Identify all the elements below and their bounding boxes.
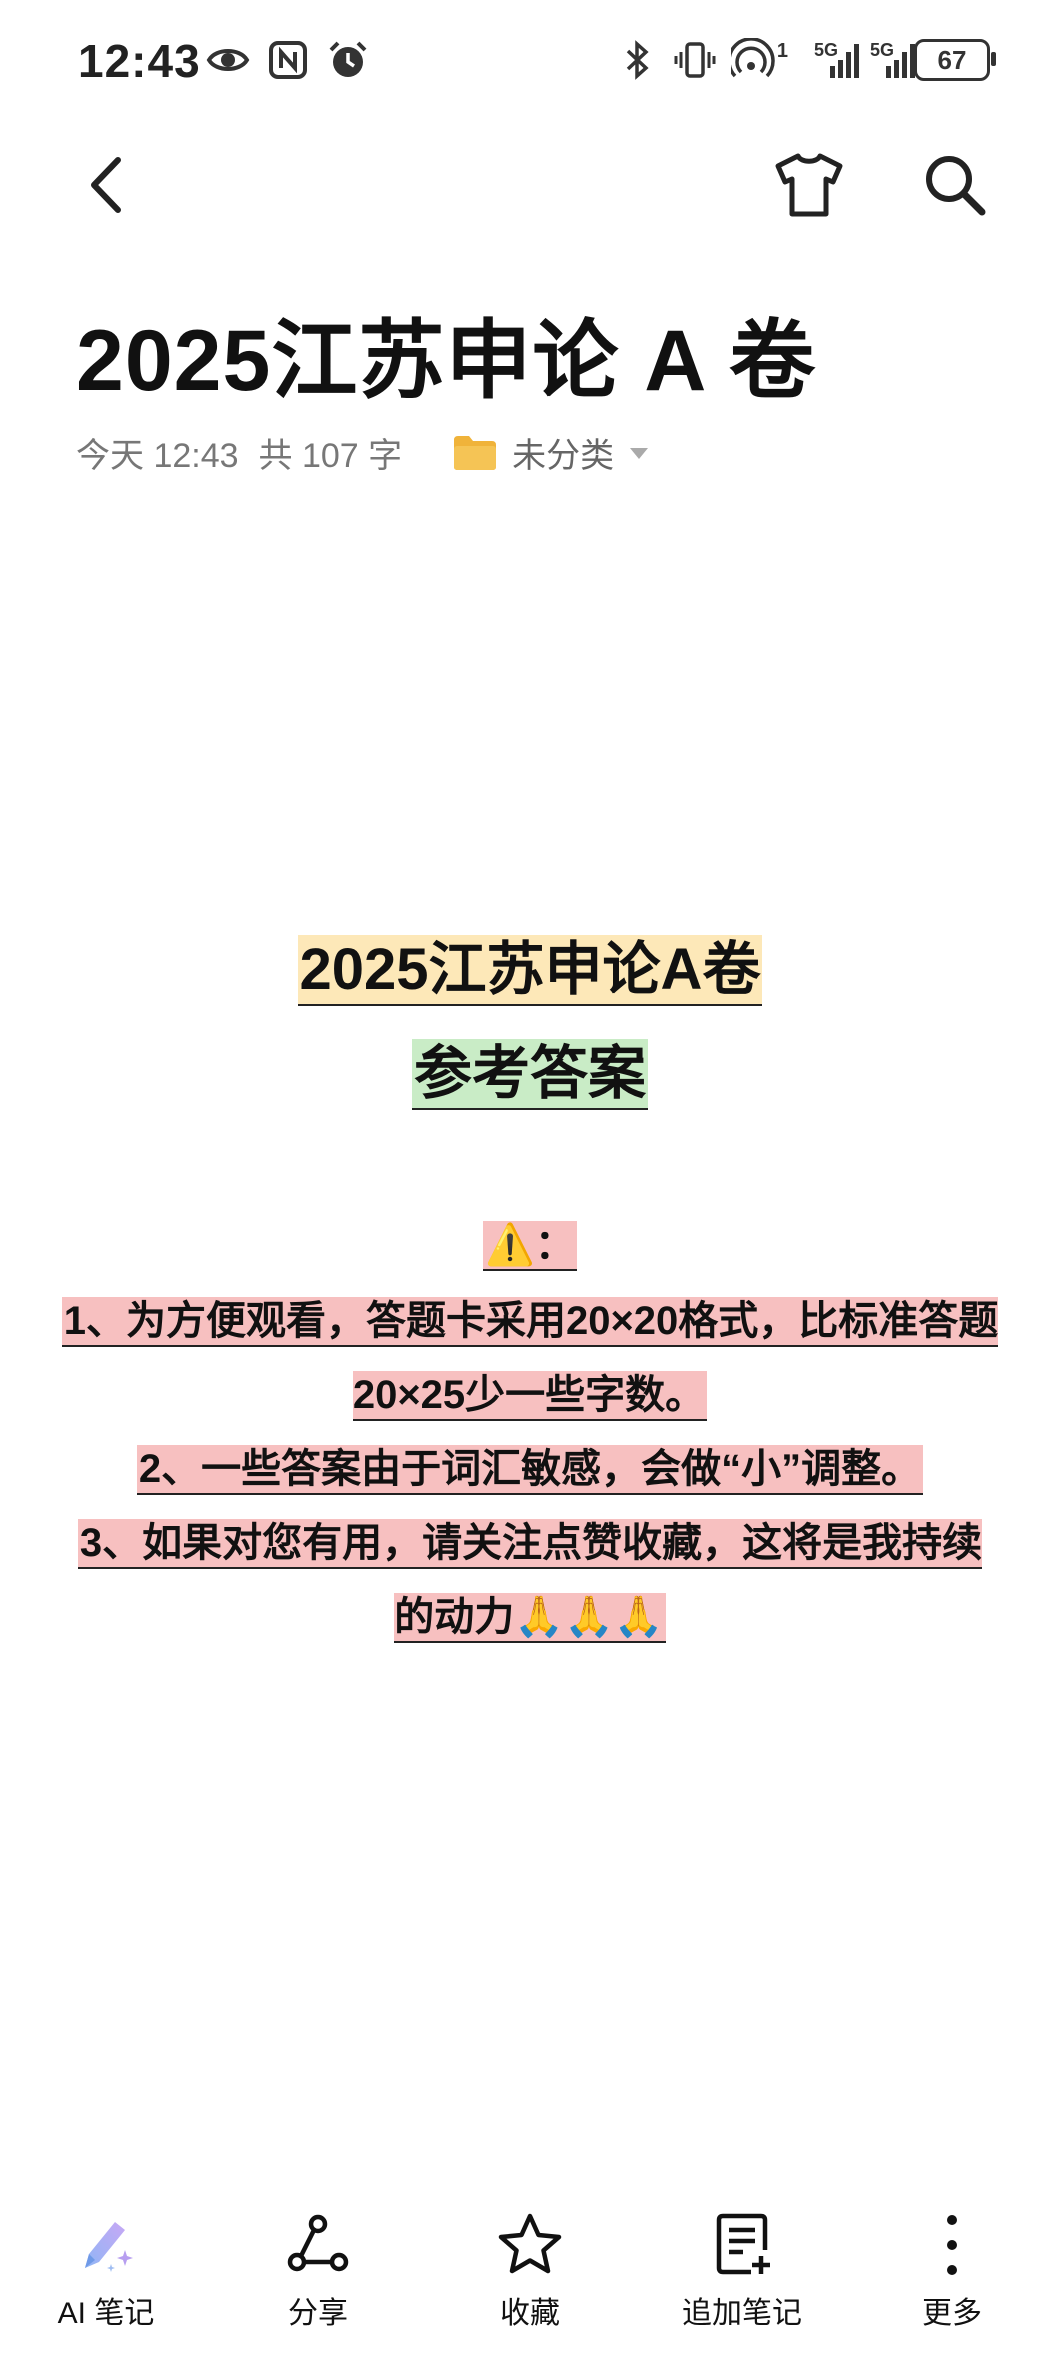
favorite-button[interactable]: 收藏 [440,2210,620,2332]
status-right-icons: 1 5G 5G 67 [615,38,996,82]
content-heading: 2025江苏申论A卷 [297,935,763,1006]
star-icon [498,2213,562,2274]
search-button[interactable] [920,150,990,220]
favorite-label: 收藏 [500,2297,560,2330]
more-vertical-icon [947,2215,957,2275]
share-icon [287,2214,349,2272]
notice-line-2: 2、一些答案由于词汇敏感，会做“小”调整。 [136,1445,924,1495]
note-meta: 今天 12:43 共 107 字 未分类 [76,428,650,477]
chevron-left-icon [91,157,121,213]
note-date: 今天 12:43 [76,437,239,475]
more-label: 更多 [922,2297,982,2330]
caret-down-icon [630,447,649,459]
bottom-toolbar: AI 笔记 分享 收藏 追加笔记 更多 [0,2210,1060,2350]
notice-line-1: 1、为方便观看，答题卡采用20×20格式，比标准答题20×25少一些字数。 [61,1297,999,1421]
nfc-icon [266,38,310,82]
status-left-icons [206,38,370,82]
content-subheading: 参考答案 [411,1039,648,1110]
note-add-icon [716,2213,770,2275]
back-button[interactable] [80,150,130,220]
status-bar: 12:43 1 5G 5G 67 [0,28,1060,88]
folder-selector[interactable]: 未分类 [452,428,650,477]
bluetooth-icon [615,38,659,82]
append-note-label: 追加笔记 [682,2297,802,2330]
notice-block: ⚠️： 1、为方便观看，答题卡采用20×20格式，比标准答题20×25少一些字数… [60,1208,1000,1654]
warning-line: ⚠️： [483,1221,577,1271]
sim-index: 1 [776,39,788,62]
folder-icon [454,435,497,470]
ai-note-label: AI 笔记 [57,2297,155,2330]
tshirt-icon [775,153,843,217]
notice-line-3: 3、如果对您有用，请关注点赞收藏，这将是我持续的动力🙏🙏🙏 [77,1519,983,1643]
battery-indicator: 67 [914,39,996,81]
note-word-count: 共 107 字 [258,437,403,475]
hotspot-icon [730,38,775,82]
note-title[interactable]: 2025江苏申论 A 卷 [76,290,816,415]
more-button[interactable]: 更多 [862,2210,1042,2332]
append-note-button[interactable]: 追加笔记 [652,2210,832,2332]
folder-label: 未分类 [512,437,615,475]
ai-note-button[interactable]: AI 笔记 [16,2210,196,2332]
signal-label-2: 5G [870,39,895,60]
share-button[interactable]: 分享 [228,2210,408,2332]
signal-label-1: 5G [814,39,839,60]
note-page: 12:43 1 5G 5G 67 2025江苏申论 A 卷 今天 12:43 共… [0,0,1060,2376]
ai-pen-sparkle-icon [85,2222,133,2272]
share-label: 分享 [288,2297,348,2330]
alarm-icon [326,38,370,82]
search-icon [926,156,986,216]
theme-button[interactable] [772,150,846,220]
vibrate-icon [673,38,717,82]
note-content[interactable]: 2025江苏申论A卷 参考答案 ⚠️： 1、为方便观看，答题卡采用20×20格式… [60,930,1000,1654]
status-time: 12:43 [78,35,201,87]
eye-icon [206,38,250,82]
